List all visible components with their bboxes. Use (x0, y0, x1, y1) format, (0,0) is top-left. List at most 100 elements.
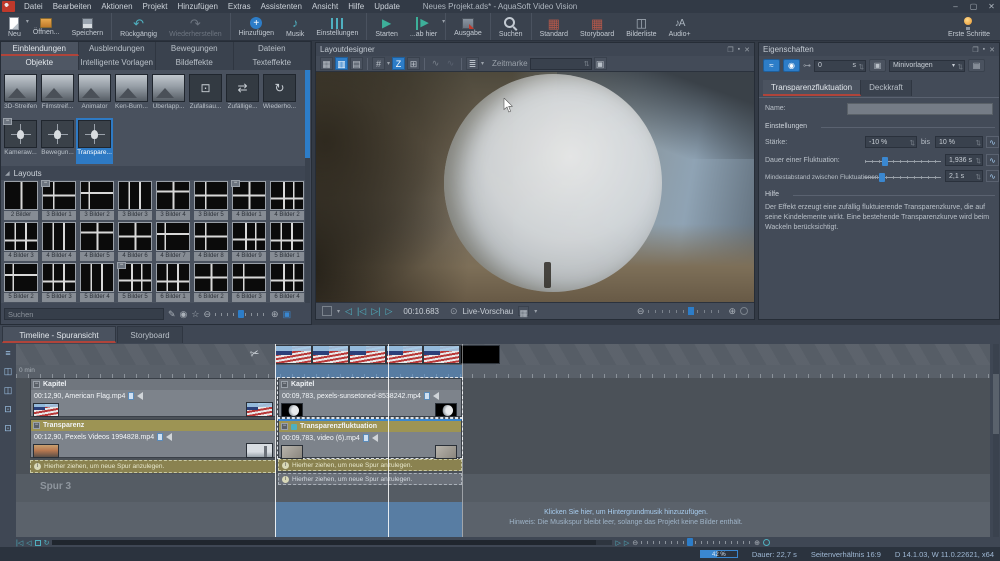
skip-start-icon[interactable]: |◁ (16, 539, 23, 547)
clip-group-transparenzfluktuation[interactable]: −Transparenzfluktuation 00:09,783, video… (278, 419, 462, 458)
grid-icon[interactable]: ▦ (320, 57, 333, 70)
collapse-group-icon[interactable] (117, 262, 126, 269)
layout-item[interactable]: 4 Bilder 2 (268, 180, 306, 221)
layout-item[interactable]: 4 Bilder 6 (116, 221, 154, 262)
layout-item[interactable]: 4 Bilder 5 (78, 221, 116, 262)
effect-kamerawege[interactable]: Kameraw... (2, 118, 39, 164)
layout-item[interactable]: 4 Bilder 9 (230, 221, 268, 262)
zoom-in-icon[interactable]: ⊕ (728, 306, 736, 317)
collapse-icon[interactable]: − (33, 381, 40, 388)
tab-ausblendungen[interactable]: Ausblendungen (79, 42, 157, 56)
tab-bildeffekte[interactable]: Bildeffekte (156, 56, 234, 70)
filmstrip-frame[interactable] (312, 345, 349, 364)
close-panel-icon[interactable]: ✕ (744, 46, 750, 54)
float-panel-icon[interactable]: ❐ (972, 46, 978, 54)
menu-item[interactable]: Assistenten (256, 0, 307, 13)
effect-wiederholen[interactable]: ↻ Wiederho... (261, 72, 298, 118)
eye-icon[interactable]: ◉ (180, 308, 188, 320)
duration-curve-button[interactable]: ∿ (986, 154, 999, 166)
menu-item[interactable]: Ansicht (307, 0, 343, 13)
menu-item[interactable]: Update (369, 0, 405, 13)
restore-button[interactable]: ▢ (965, 1, 982, 13)
collapse-group-icon[interactable] (41, 180, 50, 187)
effect-ueberlappen[interactable]: Überlapp... (150, 72, 187, 118)
layout-item[interactable]: 3 Bilder 1 (40, 180, 78, 221)
menu-item[interactable]: Projekt (138, 0, 173, 13)
list-caret-icon[interactable]: ▾ (481, 60, 484, 67)
strength-from-input[interactable]: -10 % (865, 136, 917, 148)
pin-panel-icon[interactable]: ▪ (738, 46, 740, 54)
effect-animator[interactable]: Animator (76, 72, 113, 118)
sound-icon[interactable]: ◁ (345, 306, 352, 317)
zeitmarke-input[interactable] (530, 58, 592, 70)
layout-item[interactable]: 3 Bilder 4 (154, 180, 192, 221)
settings-button[interactable]: ▾ Einstellungen (310, 13, 364, 40)
filmstrip-frame[interactable] (423, 345, 460, 364)
skip-end-icon[interactable]: ▷| (371, 306, 380, 317)
menu-item[interactable]: Hinzufügen (172, 0, 222, 13)
timeline-hscrollbar[interactable] (52, 540, 612, 545)
first-steps-button[interactable]: ▾ Erste Schritte (942, 13, 996, 40)
play-from-here-button[interactable]: ▾ ...ab hier (404, 13, 443, 40)
layout-item[interactable]: 3 Bilder 5 (192, 180, 230, 221)
timeline-vscrollbar[interactable] (993, 344, 999, 537)
layout-item[interactable]: 4 Bilder 1 (230, 180, 268, 221)
tab-dateien[interactable]: Dateien (234, 42, 312, 56)
layout-item[interactable]: 3 Bilder 2 (78, 180, 116, 221)
tab-einblendungen[interactable]: Einblendungen (1, 42, 79, 56)
layout-item[interactable]: 5 Bilder 1 (268, 221, 306, 262)
layout-item[interactable]: 4 Bilder 4 (40, 221, 78, 262)
clip-group-kapitel-2[interactable]: −Kapitel 00:09,783, pexels-sunsetoned-85… (278, 378, 462, 417)
menu-item[interactable]: Extras (223, 0, 256, 13)
close-panel-icon[interactable]: ✕ (989, 46, 995, 54)
layout-item[interactable]: 6 Bilder 2 (192, 262, 230, 303)
curve-icon[interactable]: ∿ (429, 57, 442, 70)
menu-item[interactable]: Hilfe (343, 0, 369, 13)
folder-icon[interactable]: ▤ (968, 59, 985, 72)
play-icon[interactable]: ▷ (615, 539, 620, 547)
layout-item[interactable]: 3 Bilder 3 (116, 180, 154, 221)
zorder-icon[interactable]: Z (392, 57, 405, 70)
play-start-button[interactable]: ▾ Starten (366, 13, 404, 40)
layout-item[interactable]: 6 Bilder 4 (268, 262, 306, 303)
skip-start-icon[interactable]: |◁ (357, 306, 366, 317)
add-button[interactable]: ▾ Hinzufügen (230, 13, 280, 40)
magnifier-icon[interactable] (763, 539, 770, 546)
effect-zufallsauswahl[interactable]: ⊡ Zufallsau... (187, 72, 224, 118)
tab-storyboard[interactable]: Storyboard (117, 326, 183, 343)
float-panel-icon[interactable]: ❐ (727, 46, 733, 54)
stop-caret-icon[interactable]: ▾ (337, 308, 340, 315)
minimize-button[interactable]: – (947, 1, 964, 13)
curve2-icon[interactable]: ∿ (444, 57, 457, 70)
duration-input[interactable]: 1,936 s (945, 154, 983, 166)
open-button[interactable]: ▾ Öffnen... (27, 13, 66, 40)
effect-bewegungen[interactable]: Bewegun... (39, 118, 76, 164)
preview-mode-icon[interactable]: ▤ (350, 57, 363, 70)
mixer-icon[interactable]: ≡ (5, 348, 10, 358)
effect-3d-streifen[interactable]: 3D-Streifen (2, 72, 39, 118)
tab-intelligente-vorlagen[interactable]: Intelligente Vorlagen (79, 56, 157, 70)
audio-view-button[interactable]: ▾ Audio+ (663, 13, 697, 40)
layout-item[interactable]: 4 Bilder 7 (154, 221, 192, 262)
screen-icon[interactable]: ▦ (518, 306, 529, 316)
duration-slider[interactable] (865, 160, 941, 163)
new-track-drop-zone[interactable]: iHierher ziehen, um neue Spur anzulegen. (278, 459, 462, 471)
step-back-icon[interactable]: ◁ (26, 539, 31, 547)
search-input[interactable]: Suchen (4, 308, 164, 320)
track-spur3[interactable]: Spur 3 (16, 474, 990, 502)
tab-bewegungen[interactable]: Bewegungen (156, 42, 234, 56)
zoom-out-icon[interactable]: ⊖ (632, 539, 638, 547)
visibility-button[interactable]: ◉ (783, 59, 800, 72)
play-icon[interactable]: ▷ (385, 306, 392, 317)
stop-icon[interactable] (322, 306, 332, 316)
new-track-drop-zone[interactable]: iHierher ziehen, um neue Spur anzulegen. (30, 460, 276, 473)
pencil-icon[interactable]: ✎ (168, 308, 176, 320)
redo-button[interactable]: ▾ Wiederherstellen (163, 13, 228, 40)
min-distance-curve-button[interactable]: ∿ (986, 170, 999, 182)
name-input[interactable] (847, 103, 993, 115)
magnifier-icon[interactable] (740, 307, 748, 315)
layouts-section-header[interactable]: Layouts (1, 166, 306, 180)
frame-icon[interactable]: ⊡ (4, 404, 12, 415)
thumbnail-size-slider[interactable] (215, 313, 267, 316)
new-button[interactable]: ▾ Neu (2, 13, 27, 40)
